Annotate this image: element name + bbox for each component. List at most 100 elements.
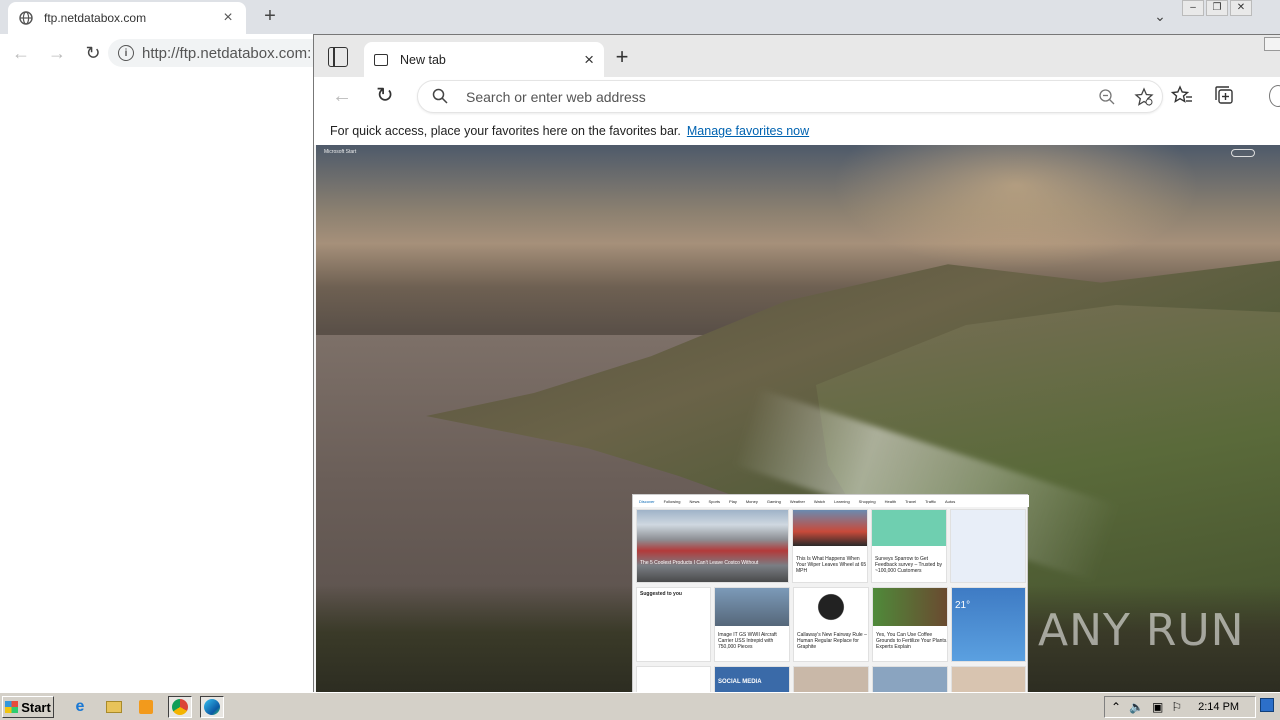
coffee-plant-image [873,588,947,626]
globe-icon [18,10,34,26]
edge-taskbar-icon[interactable] [200,696,224,718]
news-card[interactable]: Image IT GS WWII Aircraft Carrier USS In… [714,587,790,662]
microsoft-start-logo[interactable]: Microsoft Start [324,149,356,155]
start-button[interactable]: Start [2,696,54,718]
news-card[interactable] [951,666,1026,692]
feed-nav-item[interactable]: Learning [834,499,850,504]
feed-nav-item[interactable]: Autos [945,499,955,504]
news-card-caption: This Is What Happens When Your Wiper Lea… [796,556,867,574]
internet-explorer-icon[interactable]: e [68,696,92,718]
network-icon[interactable]: ▣ [1152,700,1163,714]
news-card-caption: Surveys Sparrow to Get Feedback survey –… [875,556,942,574]
news-card-caption: The 5 Coolest Products I Can't Leave Cos… [640,560,759,566]
close-tab-icon[interactable]: × [220,9,236,27]
news-feed-panel: Discover Following News Sports Play Mone… [632,494,1029,692]
chrome-address-bar[interactable]: i http://ftp.netdatabox.com: [108,39,314,67]
feed-nav-item[interactable]: Weather [790,499,805,504]
zoom-out-icon[interactable] [1098,88,1116,106]
media-player-icon[interactable] [134,696,158,718]
feed-nav-item[interactable]: Travel [905,499,916,504]
weather-temp: 21° [955,600,971,611]
chrome-tab[interactable]: ftp.netdatabox.com × [8,2,246,34]
golf-club-image [794,588,868,626]
taskbar: Start e ⌃ 🔈 ▣ ⚐ 2:14 PM [0,692,1280,720]
minimize-button[interactable]: – [1182,0,1204,16]
feed-nav-item[interactable]: Shopping [859,499,876,504]
news-card[interactable]: This Is What Happens When Your Wiper Lea… [792,509,868,583]
reload-icon[interactable]: ↻ [82,43,104,64]
suggested-card[interactable]: Suggested to you [636,587,711,662]
refresh-icon[interactable]: ↻ [376,83,394,108]
favorites-icon[interactable] [1169,83,1195,109]
edge-window: New tab × + ← ↻ For quick access, place … [313,34,1280,692]
new-tab-page-icon [374,53,388,66]
feed-nav-item[interactable]: Sports [708,499,720,504]
feed-nav-item[interactable]: Following [664,499,681,504]
chrome-taskbar-icon[interactable] [168,696,192,718]
car-image [793,510,867,546]
feed-nav-item[interactable]: News [689,499,699,504]
close-window-button[interactable]: ✕ [1230,0,1252,16]
favorites-bar-hint: For quick access, place your favorites h… [330,124,681,138]
address-input[interactable] [466,87,1026,107]
survey-image [872,510,946,546]
chrome-tab-title: ftp.netdatabox.com [44,11,147,25]
feed-nav-item[interactable]: Discover [639,499,655,504]
feed-nav-item[interactable]: Health [885,499,897,504]
action-center-flag-icon[interactable]: ⚐ [1171,700,1182,714]
add-favorite-star-icon[interactable] [1134,87,1154,107]
edge-tab-new-tab[interactable]: New tab × [364,42,604,77]
info-icon[interactable]: i [118,45,134,61]
clock[interactable]: 2:14 PM [1198,701,1239,713]
feed-nav-item[interactable]: Money [746,499,758,504]
feed-nav-item[interactable]: Gaming [767,499,781,504]
page-settings-button[interactable] [1231,149,1255,157]
news-card[interactable] [636,666,711,692]
show-desktop-button[interactable] [1260,698,1274,712]
watchlist-card[interactable] [950,509,1026,583]
volume-icon[interactable]: 🔈 [1129,700,1144,714]
window-controls: – ❐ ✕ [1182,0,1280,18]
edge-minimize-button[interactable] [1264,37,1280,51]
news-card[interactable]: Callaway's New Fairway Rule – Human Regu… [793,587,869,662]
news-card[interactable]: Yes, You Can Use Coffee Grounds to Ferti… [872,587,948,662]
news-card[interactable]: SOCIAL MEDIA [714,666,790,692]
news-card-caption: Yes, You Can Use Coffee Grounds to Ferti… [876,632,948,650]
restore-button[interactable]: ❐ [1206,0,1228,16]
news-card[interactable]: Surveys Sparrow to Get Feedback survey –… [871,509,947,583]
tab-search-chevron-icon[interactable]: ⌄ [1150,8,1170,26]
ship-image [715,588,789,626]
feed-nav-item[interactable]: Watch [814,499,825,504]
close-tab-icon[interactable]: × [584,50,594,70]
edge-new-tab-button[interactable]: + [612,46,632,68]
news-card[interactable] [872,666,948,692]
back-arrow-icon[interactable]: ← [332,85,352,108]
profile-avatar-icon[interactable] [1269,85,1280,107]
edge-address-bar[interactable] [417,80,1163,113]
costco-image [637,510,788,582]
tab-actions-icon[interactable] [328,47,348,67]
windows-logo-icon [5,701,19,713]
start-label: Start [21,699,51,715]
file-explorer-icon[interactable] [102,696,126,718]
show-hidden-icons-icon[interactable]: ⌃ [1111,700,1121,714]
suggested-title: Suggested to you [640,591,682,597]
weather-card[interactable]: 21° [951,587,1026,662]
news-card-caption: Callaway's New Fairway Rule – Human Regu… [797,632,867,650]
system-tray: ⌃ 🔈 ▣ ⚐ 2:14 PM [1104,696,1256,718]
forward-arrow-icon[interactable]: → [46,43,68,64]
feed-nav: Discover Following News Sports Play Mone… [633,495,1029,507]
news-card-hero[interactable]: The 5 Coolest Products I Can't Leave Cos… [636,509,789,583]
news-card[interactable] [793,666,869,692]
feed-nav-item[interactable]: Play [729,499,737,504]
back-arrow-icon[interactable]: ← [10,43,32,64]
news-card-caption: Image IT GS WWII Aircraft Carrier USS In… [718,632,777,650]
chrome-page-content [0,72,314,692]
search-icon [432,88,448,104]
collections-icon[interactable] [1212,83,1238,109]
manage-favorites-link[interactable]: Manage favorites now [687,124,809,138]
social-media-tile: SOCIAL MEDIA [718,679,762,685]
feed-nav-item[interactable]: Traffic [925,499,936,504]
chrome-url: http://ftp.netdatabox.com: [142,44,312,62]
new-tab-button[interactable]: + [258,6,282,28]
